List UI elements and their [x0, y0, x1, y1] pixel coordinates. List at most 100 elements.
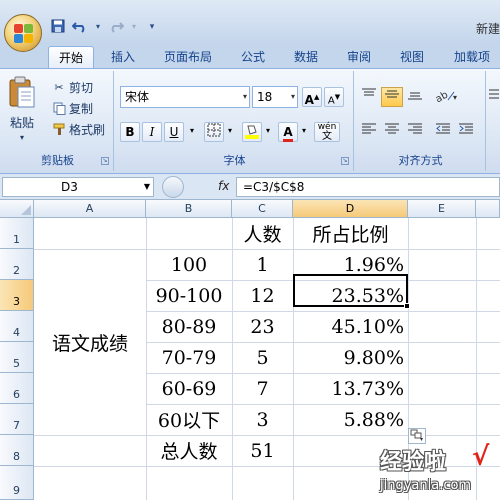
- row-header-7[interactable]: 7: [0, 404, 34, 435]
- orientation-button[interactable]: ab ▾: [432, 87, 462, 107]
- copy-button[interactable]: 复制: [52, 100, 93, 117]
- office-button[interactable]: [4, 14, 42, 52]
- fill-color-button[interactable]: [242, 122, 262, 142]
- tab-review[interactable]: 审阅: [338, 46, 380, 68]
- tab-formulas[interactable]: 公式: [232, 46, 274, 68]
- decrease-indent-button[interactable]: [432, 122, 454, 142]
- cell-b6[interactable]: 60-69: [146, 373, 232, 404]
- row-header-2[interactable]: 2: [0, 249, 34, 280]
- tab-page-layout[interactable]: 页面布局: [155, 46, 221, 68]
- font-color-dropdown-icon[interactable]: ▾: [298, 122, 310, 142]
- borders-button[interactable]: [204, 122, 224, 142]
- save-icon[interactable]: [50, 19, 66, 35]
- cell-c2[interactable]: 1: [232, 249, 293, 280]
- select-all-corner[interactable]: [0, 200, 34, 218]
- cell-b8[interactable]: 总人数: [146, 435, 232, 466]
- cell-c1[interactable]: 人数: [232, 218, 293, 249]
- cell-b5[interactable]: 70-79: [146, 342, 232, 373]
- redo-dropdown-icon[interactable]: ▾: [130, 19, 138, 35]
- wrap-text-button[interactable]: [488, 87, 500, 107]
- svg-text:▾: ▾: [453, 93, 457, 102]
- column-header-b[interactable]: B: [146, 200, 232, 218]
- column-header-e[interactable]: E: [408, 200, 476, 218]
- undo-dropdown-icon[interactable]: ▾: [94, 19, 102, 35]
- column-header-a[interactable]: A: [34, 200, 146, 218]
- clipboard-launcher-icon[interactable]: ↘: [101, 157, 109, 165]
- tab-insert[interactable]: 插入: [102, 46, 144, 68]
- tab-home[interactable]: 开始: [48, 46, 94, 68]
- cell-b2[interactable]: 100: [146, 249, 232, 280]
- cell-c3[interactable]: 12: [232, 280, 293, 311]
- font-family-select[interactable]: 宋体 ▾: [120, 86, 250, 108]
- font-launcher-icon[interactable]: ↘: [341, 157, 349, 165]
- chevron-down-icon: ▼: [143, 182, 150, 191]
- row-header-9[interactable]: 9: [0, 466, 34, 500]
- cell-c6[interactable]: 7: [232, 373, 293, 404]
- copy-label: 复制: [69, 102, 94, 116]
- cut-label: 剪切: [69, 81, 94, 95]
- column-header-d[interactable]: D: [293, 200, 408, 218]
- insert-function-button[interactable]: fx: [218, 179, 229, 193]
- align-center-button[interactable]: [381, 122, 403, 142]
- increase-indent-button[interactable]: [455, 122, 477, 142]
- italic-button[interactable]: I: [142, 122, 162, 142]
- fill-color-dropdown-icon[interactable]: ▾: [262, 122, 274, 142]
- row-header-5[interactable]: 5: [0, 342, 34, 373]
- cell-c8[interactable]: 51: [232, 435, 293, 466]
- select-all-icon: [21, 205, 31, 215]
- cell-d7[interactable]: 5.88%: [293, 404, 408, 435]
- cell-d5[interactable]: 9.80%: [293, 342, 408, 373]
- svg-text:▾: ▾: [420, 436, 423, 441]
- cell-d6[interactable]: 13.73%: [293, 373, 408, 404]
- cell-c4[interactable]: 23: [232, 311, 293, 342]
- redo-icon[interactable]: [108, 19, 125, 35]
- clipboard-group: 粘贴 ▾ ✂ 剪切 复制 格式刷 剪贴板 ↘: [2, 71, 114, 171]
- alignment-group: ab ▾ 对齐方式: [356, 71, 486, 171]
- column-header-f[interactable]: [476, 200, 500, 218]
- font-color-button[interactable]: A: [278, 122, 298, 142]
- tab-data[interactable]: 数据: [285, 46, 327, 68]
- undo-icon[interactable]: [71, 19, 88, 35]
- customize-qat-icon[interactable]: ▾: [144, 19, 160, 35]
- underline-button[interactable]: U: [164, 122, 184, 142]
- column-header-c[interactable]: C: [232, 200, 293, 218]
- cell-b7[interactable]: 60以下: [146, 404, 232, 435]
- shrink-font-button[interactable]: A▼: [324, 87, 344, 107]
- name-box[interactable]: D3 ▼: [2, 177, 154, 197]
- cell-c7[interactable]: 3: [232, 404, 293, 435]
- grow-font-icon: A: [304, 93, 314, 107]
- underline-dropdown-icon[interactable]: ▾: [186, 122, 198, 142]
- align-middle-button[interactable]: [381, 87, 403, 107]
- cell-b3[interactable]: 90-100: [146, 280, 232, 311]
- font-group-label: 字体: [223, 154, 246, 167]
- cell-c5[interactable]: 5: [232, 342, 293, 373]
- cell-d1[interactable]: 所占比例: [293, 218, 408, 249]
- format-painter-button[interactable]: 格式刷: [52, 121, 105, 138]
- font-size-value: 18: [257, 90, 273, 104]
- row-header-8[interactable]: 8: [0, 435, 34, 466]
- cut-button[interactable]: ✂ 剪切: [52, 79, 93, 96]
- grow-font-button[interactable]: A▲: [302, 87, 322, 107]
- align-right-button[interactable]: [404, 122, 426, 142]
- align-middle-icon: [385, 90, 399, 98]
- cell-a2-merged[interactable]: 语文成绩: [34, 249, 146, 435]
- cell-b4[interactable]: 80-89: [146, 311, 232, 342]
- row-header-6[interactable]: 6: [0, 373, 34, 404]
- row-header-4[interactable]: 4: [0, 311, 34, 342]
- tab-add-ins[interactable]: 加载项: [444, 46, 500, 68]
- paste-button[interactable]: 粘贴 ▾: [8, 75, 36, 142]
- tab-view[interactable]: 视图: [391, 46, 433, 68]
- bold-button[interactable]: B: [120, 122, 140, 142]
- font-family-value: 宋体: [125, 90, 150, 104]
- formula-input[interactable]: =C3/$C$8: [236, 177, 500, 197]
- row-header-3[interactable]: 3: [0, 280, 34, 311]
- align-bottom-button[interactable]: [404, 87, 426, 107]
- phonetic-button[interactable]: wén 文: [314, 122, 340, 142]
- row-header-1[interactable]: 1: [0, 218, 34, 249]
- align-left-button[interactable]: [358, 122, 380, 142]
- borders-dropdown-icon[interactable]: ▾: [224, 122, 236, 142]
- font-size-select[interactable]: 18 ▾: [252, 86, 298, 108]
- fill-handle[interactable]: [404, 303, 410, 309]
- align-top-button[interactable]: [358, 87, 380, 107]
- cell-d4[interactable]: 45.10%: [293, 311, 408, 342]
